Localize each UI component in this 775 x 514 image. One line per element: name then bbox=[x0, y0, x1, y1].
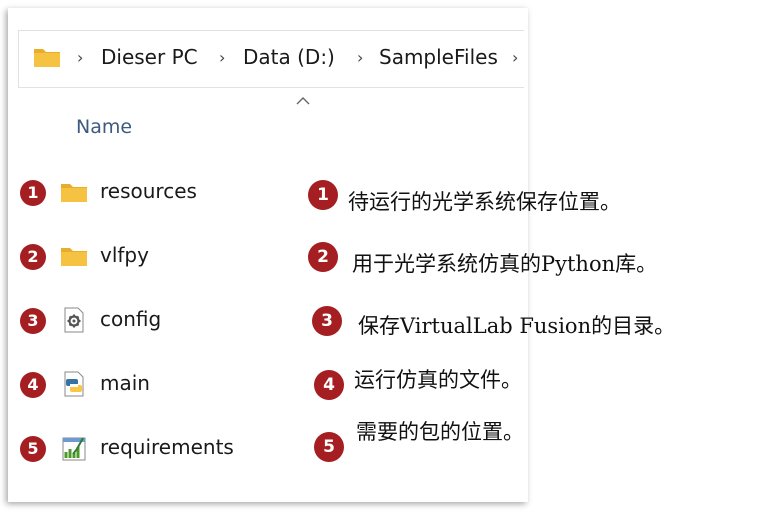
file-name: main bbox=[100, 371, 150, 395]
chevron-right-icon[interactable]: › bbox=[512, 48, 518, 67]
text-file-icon bbox=[62, 437, 86, 461]
annotation-text: 运行仿真的文件。 bbox=[354, 368, 522, 392]
file-row-resources[interactable]: 1 resources bbox=[18, 178, 308, 218]
number-badge: 4 bbox=[20, 372, 46, 398]
number-badge: 3 bbox=[20, 308, 46, 334]
file-row-main[interactable]: 4 main bbox=[18, 370, 308, 410]
number-badge: 3 bbox=[312, 306, 342, 336]
chevron-right-icon[interactable]: › bbox=[357, 48, 363, 67]
file-name: resources bbox=[100, 179, 197, 203]
python-file-icon bbox=[64, 371, 84, 397]
sort-ascending-icon[interactable] bbox=[296, 96, 310, 106]
chevron-right-icon[interactable]: › bbox=[219, 48, 225, 67]
file-name: config bbox=[100, 307, 162, 331]
breadcrumb-dieser-pc[interactable]: Dieser PC bbox=[101, 45, 198, 69]
config-file-icon bbox=[64, 307, 84, 333]
file-name: requirements bbox=[100, 435, 234, 459]
annotation-1: 1 待运行的光学系统保存位置。 bbox=[308, 180, 768, 216]
breadcrumb-data-drive[interactable]: Data (D:) bbox=[243, 45, 335, 69]
file-row-vlfpy[interactable]: 2 vlfpy bbox=[18, 242, 308, 282]
number-badge: 2 bbox=[20, 244, 46, 270]
file-row-config[interactable]: 3 config bbox=[18, 306, 308, 346]
annotation-text: 待运行的光学系统保存位置。 bbox=[348, 190, 621, 214]
number-badge: 5 bbox=[20, 436, 46, 462]
annotation-4: 4 运行仿真的文件。 bbox=[314, 368, 774, 406]
folder-icon bbox=[61, 248, 87, 266]
annotated-screenshot: › Dieser PC › Data (D:) › SampleFiles › … bbox=[0, 0, 775, 514]
folder-icon bbox=[61, 184, 87, 202]
chevron-right-icon[interactable]: › bbox=[77, 48, 83, 67]
folder-icon bbox=[34, 49, 60, 67]
file-name: vlfpy bbox=[100, 243, 149, 267]
file-row-requirements[interactable]: 5 requirements bbox=[18, 434, 308, 474]
number-badge: 4 bbox=[314, 370, 344, 400]
number-badge: 1 bbox=[308, 180, 338, 210]
column-header-name[interactable]: Name bbox=[76, 116, 132, 138]
annotation-text: 保存VirtualLab Fusion的目录。 bbox=[358, 314, 676, 338]
annotation-text: 需要的包的位置。 bbox=[356, 420, 524, 444]
annotation-text: 用于光学系统仿真的Python库。 bbox=[352, 252, 658, 276]
address-bar[interactable]: › Dieser PC › Data (D:) › SampleFiles › bbox=[18, 30, 524, 88]
annotation-2: 2 用于光学系统仿真的Python库。 bbox=[308, 242, 768, 278]
number-badge: 5 bbox=[314, 432, 344, 462]
annotation-3: 3 保存VirtualLab Fusion的目录。 bbox=[312, 306, 772, 342]
number-badge: 1 bbox=[20, 180, 46, 206]
number-badge: 2 bbox=[308, 242, 338, 272]
annotation-5: 5 需要的包的位置。 bbox=[314, 420, 774, 468]
breadcrumb-samplefiles[interactable]: SampleFiles bbox=[379, 45, 498, 69]
